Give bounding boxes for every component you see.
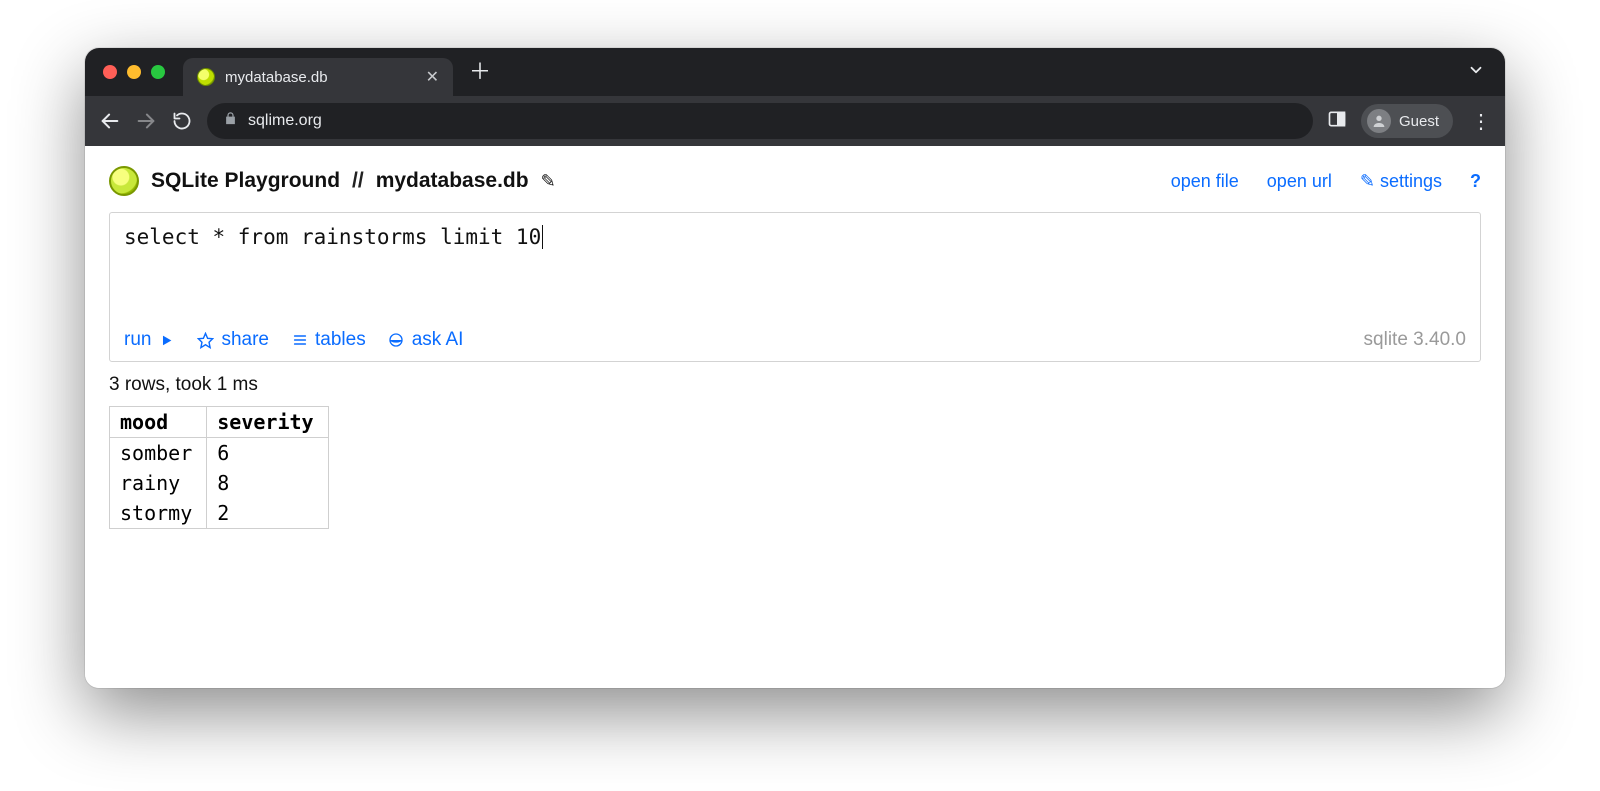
query-status: 3 rows, took 1 ms — [109, 374, 1481, 396]
column-header: mood — [110, 407, 207, 438]
table-cell: 8 — [207, 468, 328, 498]
profile-chip[interactable]: Guest — [1361, 104, 1453, 138]
avatar-icon — [1367, 109, 1391, 133]
table-cell: rainy — [110, 468, 207, 498]
results-table: mood severity somber 6 rainy 8 stormy 2 — [109, 406, 329, 529]
open-url-link[interactable]: open url — [1267, 171, 1332, 192]
table-cell: somber — [110, 438, 207, 469]
tab-title: mydatabase.db — [225, 69, 416, 86]
sql-editor[interactable]: select * from rainstorms limit 10 — [110, 213, 1480, 321]
sphere-icon — [388, 332, 405, 349]
settings-link-label: settings — [1380, 171, 1442, 191]
share-button[interactable]: share — [197, 329, 269, 351]
browser-tab[interactable]: mydatabase.db ✕ — [183, 58, 453, 96]
share-label: share — [221, 329, 269, 351]
minimize-window-button[interactable] — [127, 65, 141, 79]
app-logo-icon — [109, 166, 139, 196]
run-button[interactable]: run — [124, 329, 175, 351]
title-separator: // — [352, 169, 364, 193]
star-icon — [197, 332, 214, 349]
list-icon — [291, 332, 308, 349]
maximize-window-button[interactable] — [151, 65, 165, 79]
sql-editor-container: select * from rainstorms limit 10 run sh… — [109, 212, 1481, 362]
table-cell: stormy — [110, 498, 207, 529]
tables-button[interactable]: tables — [291, 329, 366, 351]
sql-text: select * from rainstorms limit 10 — [124, 225, 541, 249]
sqlite-version: sqlite 3.40.0 — [1364, 329, 1466, 351]
ask-ai-label: ask AI — [412, 329, 464, 351]
favicon-icon — [197, 68, 215, 86]
close-tab-button[interactable]: ✕ — [426, 67, 439, 87]
edit-name-button[interactable]: ✎ — [541, 171, 556, 192]
browser-window: mydatabase.db ✕ ＋ sqlime.org — [85, 48, 1505, 688]
tab-strip: mydatabase.db ✕ ＋ — [85, 48, 1505, 96]
back-button[interactable] — [99, 110, 121, 132]
new-tab-button[interactable]: ＋ — [469, 61, 491, 83]
editor-actions: run share tables ask AI sqlite 3.40.0 — [110, 321, 1480, 361]
tables-label: tables — [315, 329, 366, 351]
lock-icon — [223, 111, 238, 131]
app-header: SQLite Playground // mydatabase.db ✎ ope… — [109, 166, 1481, 196]
close-window-button[interactable] — [103, 65, 117, 79]
run-label: run — [124, 329, 151, 351]
tabs-overflow-button[interactable] — [1467, 61, 1485, 84]
side-panel-button[interactable] — [1327, 109, 1347, 134]
app-title: SQLite Playground — [151, 169, 340, 193]
table-row: stormy 2 — [110, 498, 329, 529]
open-file-link[interactable]: open file — [1171, 171, 1239, 192]
settings-link[interactable]: ✎ settings — [1360, 171, 1442, 192]
play-icon — [158, 332, 175, 349]
forward-button[interactable] — [135, 110, 157, 132]
browser-toolbar: sqlime.org Guest ⋮ — [85, 96, 1505, 146]
address-bar[interactable]: sqlime.org — [207, 103, 1313, 139]
table-cell: 2 — [207, 498, 328, 529]
window-controls — [103, 65, 165, 79]
help-link[interactable]: ? — [1470, 171, 1481, 192]
database-name: mydatabase.db — [376, 169, 529, 193]
table-row: somber 6 — [110, 438, 329, 469]
reload-button[interactable] — [171, 110, 193, 132]
profile-label: Guest — [1399, 113, 1439, 130]
ask-ai-button[interactable]: ask AI — [388, 329, 464, 351]
table-row: rainy 8 — [110, 468, 329, 498]
text-caret-icon — [542, 225, 543, 249]
page-content: SQLite Playground // mydatabase.db ✎ ope… — [85, 146, 1505, 688]
header-links: open file open url ✎ settings ? — [1171, 171, 1481, 192]
table-header-row: mood severity — [110, 407, 329, 438]
column-header: severity — [207, 407, 328, 438]
browser-menu-button[interactable]: ⋮ — [1471, 109, 1491, 134]
table-cell: 6 — [207, 438, 328, 469]
url-text: sqlime.org — [248, 112, 322, 130]
